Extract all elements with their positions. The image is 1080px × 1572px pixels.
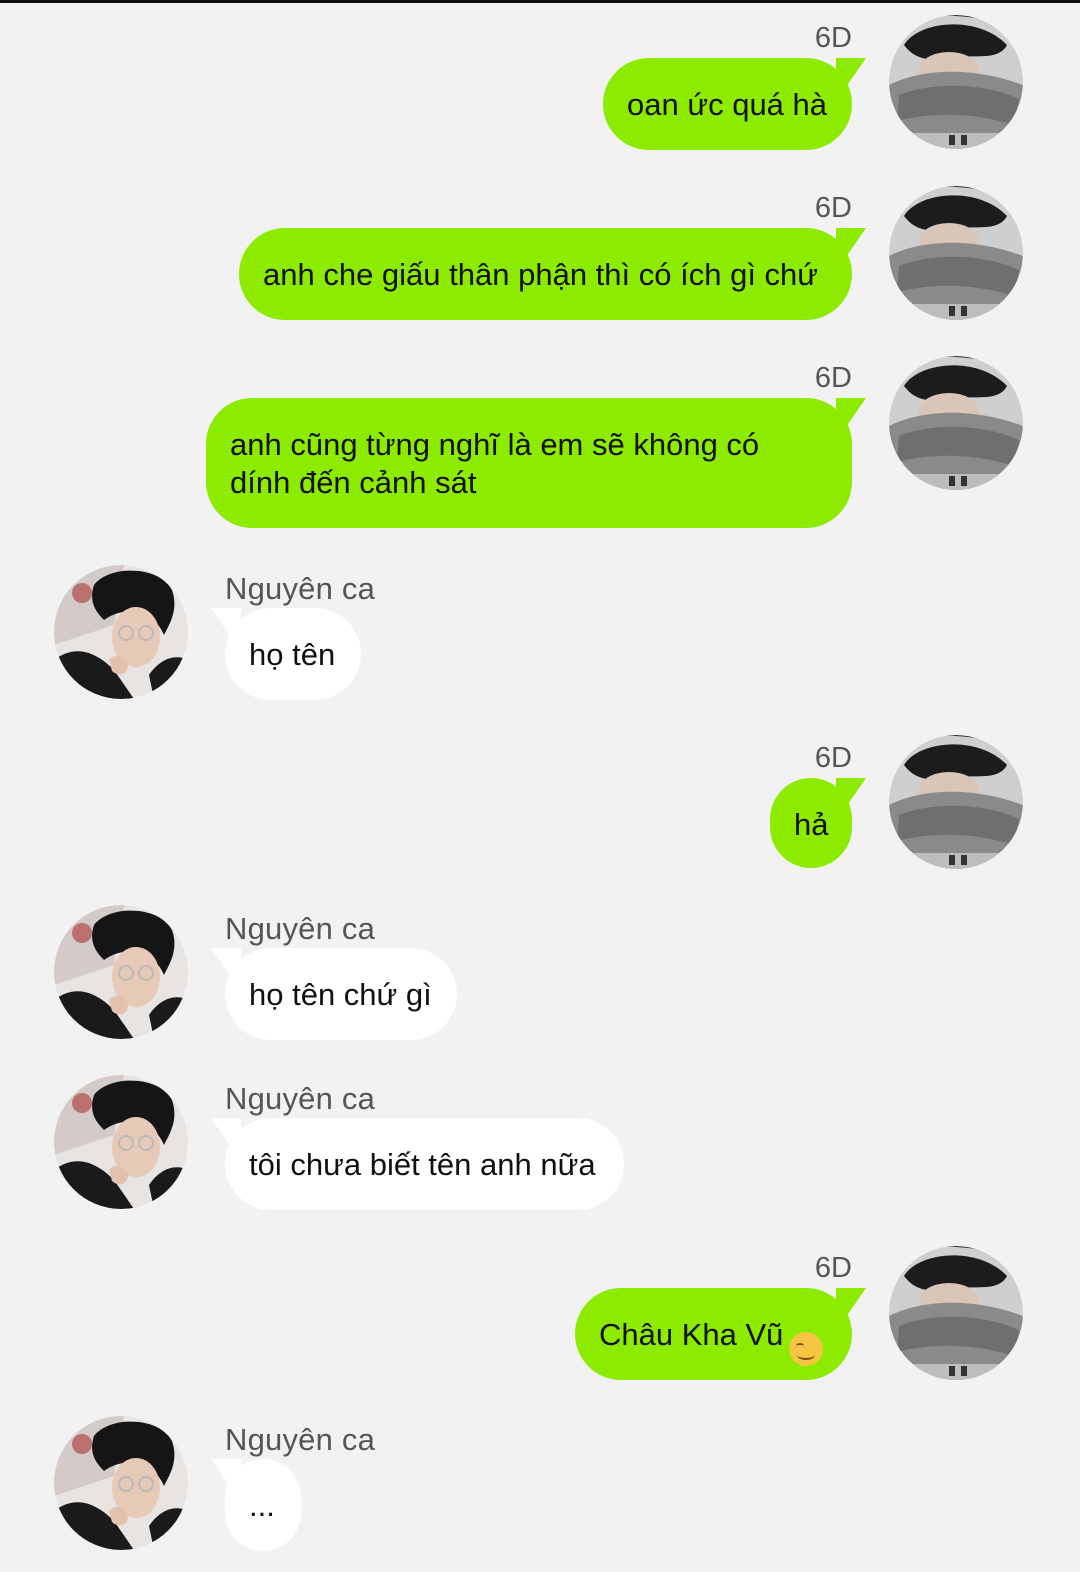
message-time: 6D bbox=[814, 22, 852, 54]
outgoing-message-bubble[interactable]: oan ức quá hà bbox=[603, 58, 852, 150]
sender-name: Nguyên ca bbox=[225, 571, 376, 606]
outgoing-message-bubble[interactable]: anh cũng từng nghĩ là em sẽ không có dín… bbox=[206, 398, 852, 528]
masked-user-avatar[interactable] bbox=[889, 735, 1023, 869]
message-text: anh che giấu thân phận thì có ích gì chứ bbox=[263, 257, 819, 292]
sender-name: Nguyên ca bbox=[225, 1422, 376, 1457]
outgoing-message-bubble[interactable]: anh che giấu thân phận thì có ích gì chứ bbox=[239, 228, 852, 320]
top-divider bbox=[0, 0, 1080, 3]
contact-avatar[interactable] bbox=[54, 905, 188, 1039]
outgoing-message-bubble[interactable]: Châu Kha Vũ☺️ bbox=[575, 1288, 852, 1380]
incoming-message-bubble[interactable]: họ tên chứ gì bbox=[225, 948, 457, 1040]
masked-user-avatar[interactable] bbox=[889, 356, 1023, 490]
masked-user-avatar[interactable] bbox=[889, 15, 1023, 149]
message-text-line: anh cũng từng nghĩ là em sẽ không có bbox=[230, 427, 760, 462]
contact-avatar[interactable] bbox=[54, 1075, 188, 1209]
message-text: tôi chưa biết tên anh nữa bbox=[249, 1147, 596, 1182]
message-text: họ tên chứ gì bbox=[249, 977, 432, 1012]
incoming-message-bubble[interactable]: ... bbox=[225, 1459, 301, 1551]
message-text: oan ức quá hà bbox=[627, 87, 828, 122]
message-text: họ tên bbox=[249, 637, 336, 672]
smiling-face-emoji-icon: ☺️ bbox=[789, 1332, 824, 1366]
incoming-message-bubble[interactable]: họ tên bbox=[225, 608, 361, 700]
incoming-message-bubble[interactable]: tôi chưa biết tên anh nữa bbox=[225, 1118, 624, 1210]
message-text: hả bbox=[794, 807, 829, 842]
masked-user-avatar[interactable] bbox=[889, 1246, 1023, 1380]
sender-name: Nguyên ca bbox=[225, 911, 376, 946]
message-text: ... bbox=[249, 1488, 275, 1523]
outgoing-message-bubble[interactable]: hả bbox=[770, 778, 852, 868]
message-time: 6D bbox=[814, 362, 852, 394]
message-time: 6D bbox=[814, 742, 852, 774]
contact-avatar[interactable] bbox=[54, 1416, 188, 1550]
message-text-line: dính đến cảnh sát bbox=[230, 465, 477, 500]
message-text: Châu Kha Vũ bbox=[599, 1317, 784, 1352]
sender-name: Nguyên ca bbox=[225, 1081, 376, 1116]
masked-user-avatar[interactable] bbox=[889, 186, 1023, 320]
message-time: 6D bbox=[814, 1252, 852, 1284]
contact-avatar[interactable] bbox=[54, 565, 188, 699]
message-time: 6D bbox=[814, 192, 852, 224]
